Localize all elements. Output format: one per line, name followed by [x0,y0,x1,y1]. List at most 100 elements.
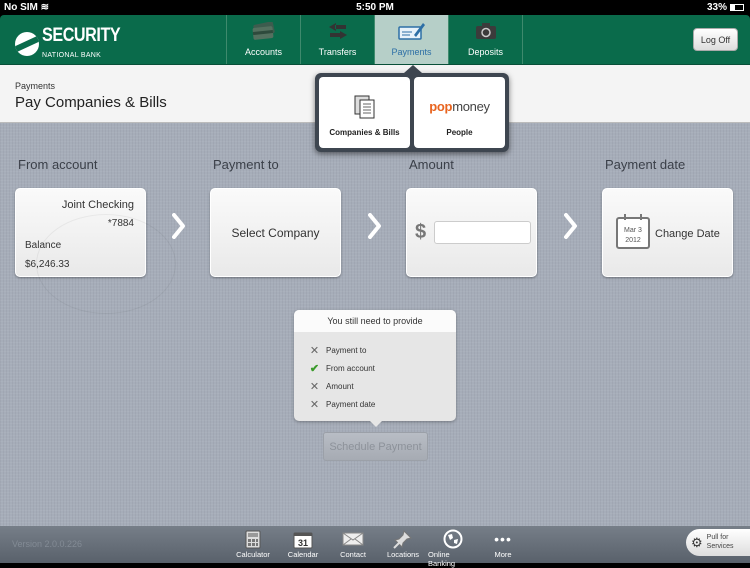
footer-more[interactable]: ••• More [478,528,528,568]
breadcrumb: Payments [15,81,56,91]
menu-item-companies-bills[interactable]: Companies & Bills [319,77,410,148]
more-dots-icon: ••• [494,531,512,547]
amount-input[interactable] [434,221,531,244]
popover-arrow [370,421,382,427]
balance-label: Balance [25,240,62,251]
requirements-title: You still need to provide [294,310,456,332]
calendar-year: 2012 [625,236,641,244]
documents-icon [354,77,376,128]
footer-online-banking[interactable]: Online Banking [428,528,478,568]
clock: 5:50 PM [356,2,394,13]
footer-label: Contact [340,550,366,559]
footer-label: Locations [386,550,420,559]
pull-label-2: Services [706,542,734,550]
footer-toolbar: Version 2.0.0.226 Calculator 31 Calendar … [0,526,750,568]
change-date-label: Change Date [655,228,720,240]
payment-form: From account Payment to Amount Payment d… [0,123,750,526]
from-account-label: From account [18,157,98,172]
requirement-label: Payment to [326,345,367,355]
amount-label: Amount [409,157,454,172]
bank-logo: SECURITY NATIONAL BANK [15,26,134,61]
check-pen-icon [397,21,426,41]
account-name: Joint Checking [61,199,134,211]
requirement-item: ✕ Amount [309,377,456,395]
footer-calendar[interactable]: 31 Calendar [278,528,328,568]
select-company-label: Select Company [231,225,320,240]
popmoney-pop: pop [429,99,453,114]
account-number: *7884 [107,218,134,229]
globe-icon [443,528,463,550]
menu-item-people[interactable]: pop money People [414,77,505,148]
battery: 33% [707,2,744,13]
requirement-label: From account [326,363,375,373]
transfer-arrows-icon [328,21,348,41]
brand-name: SECURITY [42,25,121,46]
page-title: Pay Companies & Bills [15,94,167,111]
brand-sub: NATIONAL BANK [42,52,102,59]
menu-arrow [404,65,422,73]
footer-locations[interactable]: Locations [378,528,428,568]
from-account-card[interactable]: Joint Checking *7884 Balance $6,246.33 [15,188,176,314]
camera-icon [475,21,497,41]
footer-contact[interactable]: Contact [328,528,378,568]
payment-date-label: Payment date [605,157,686,172]
payment-to-label: Payment to [213,157,279,172]
calendar-month-day: Mar 3 [624,227,642,234]
requirement-item: ✔ From account [309,359,456,377]
battery-percent: 33% [706,2,727,13]
chevron-right-icon [564,213,577,239]
x-icon: ✕ [309,344,320,357]
footer-calculator[interactable]: Calculator [228,528,278,568]
battery-icon [730,4,744,11]
credit-cards-icon [251,21,277,41]
status-bar: No SIM ≋ 5:50 PM 33% [0,0,750,15]
gear-icon: ⚙ [691,534,703,550]
change-date-button[interactable]: Mar 3 2012 Change Date [602,188,733,277]
checkmark-icon: ✔ [309,362,320,375]
tab-label: Payments [391,47,432,57]
log-off-button[interactable]: Log Off [693,28,738,51]
tab-label: Deposits [467,47,503,57]
tab-deposits[interactable]: Deposits [449,15,523,64]
tab-payments[interactable]: Payments [375,15,449,64]
chevron-right-icon [368,213,381,239]
chevron-right-icon [172,213,185,239]
requirement-item: ✕ Payment date [309,395,456,413]
requirement-item: ✕ Payment to [309,341,456,359]
envelope-icon [342,528,364,550]
requirements-popover: You still need to provide ✕ Payment to ✔ F… [294,310,456,427]
calendar-day: 31 [298,538,308,548]
popmoney-money: money [452,99,490,114]
payments-menu: Companies & Bills pop money People [315,65,509,152]
popmoney-logo: pop money [429,77,490,128]
pull-for-services-handle[interactable]: ⚙ Pull for Services [686,529,750,556]
tab-accounts[interactable]: Accounts [227,15,301,64]
requirement-label: Amount [326,381,354,391]
footer-label: More [494,550,512,559]
footer-label: Online Banking [428,550,456,568]
schedule-payment-button[interactable]: Schedule Payment [323,432,428,461]
x-icon: ✕ [309,398,320,411]
x-icon: ✕ [309,380,320,393]
currency-symbol: $ [415,221,427,243]
main-tabs: Accounts Transfers Payments Deposits [226,15,523,64]
tab-transfers[interactable]: Transfers [301,15,375,64]
version-label: Version 2.0.0.226 [12,539,83,549]
menu-item-label: People [446,128,473,137]
amount-card: $ [406,188,537,277]
calculator-icon [245,528,261,550]
requirement-label: Payment date [326,399,376,409]
footer-label: Calculator [236,550,270,559]
balance-value: $6,246.33 [25,259,70,270]
menu-item-label: Companies & Bills [329,128,400,137]
app-header: SECURITY NATIONAL BANK Accounts Transfers… [0,15,750,65]
calendar-icon: 31 [293,528,313,550]
select-company-button[interactable]: Select Company [210,188,341,277]
logo-icon [15,31,39,56]
pull-label-1: Pull for [706,534,729,542]
pushpin-icon [393,528,413,550]
tab-label: Transfers [318,47,357,57]
tab-label: Accounts [244,47,283,57]
footer-label: Calendar [287,550,319,559]
calendar-icon: Mar 3 2012 [616,214,650,249]
